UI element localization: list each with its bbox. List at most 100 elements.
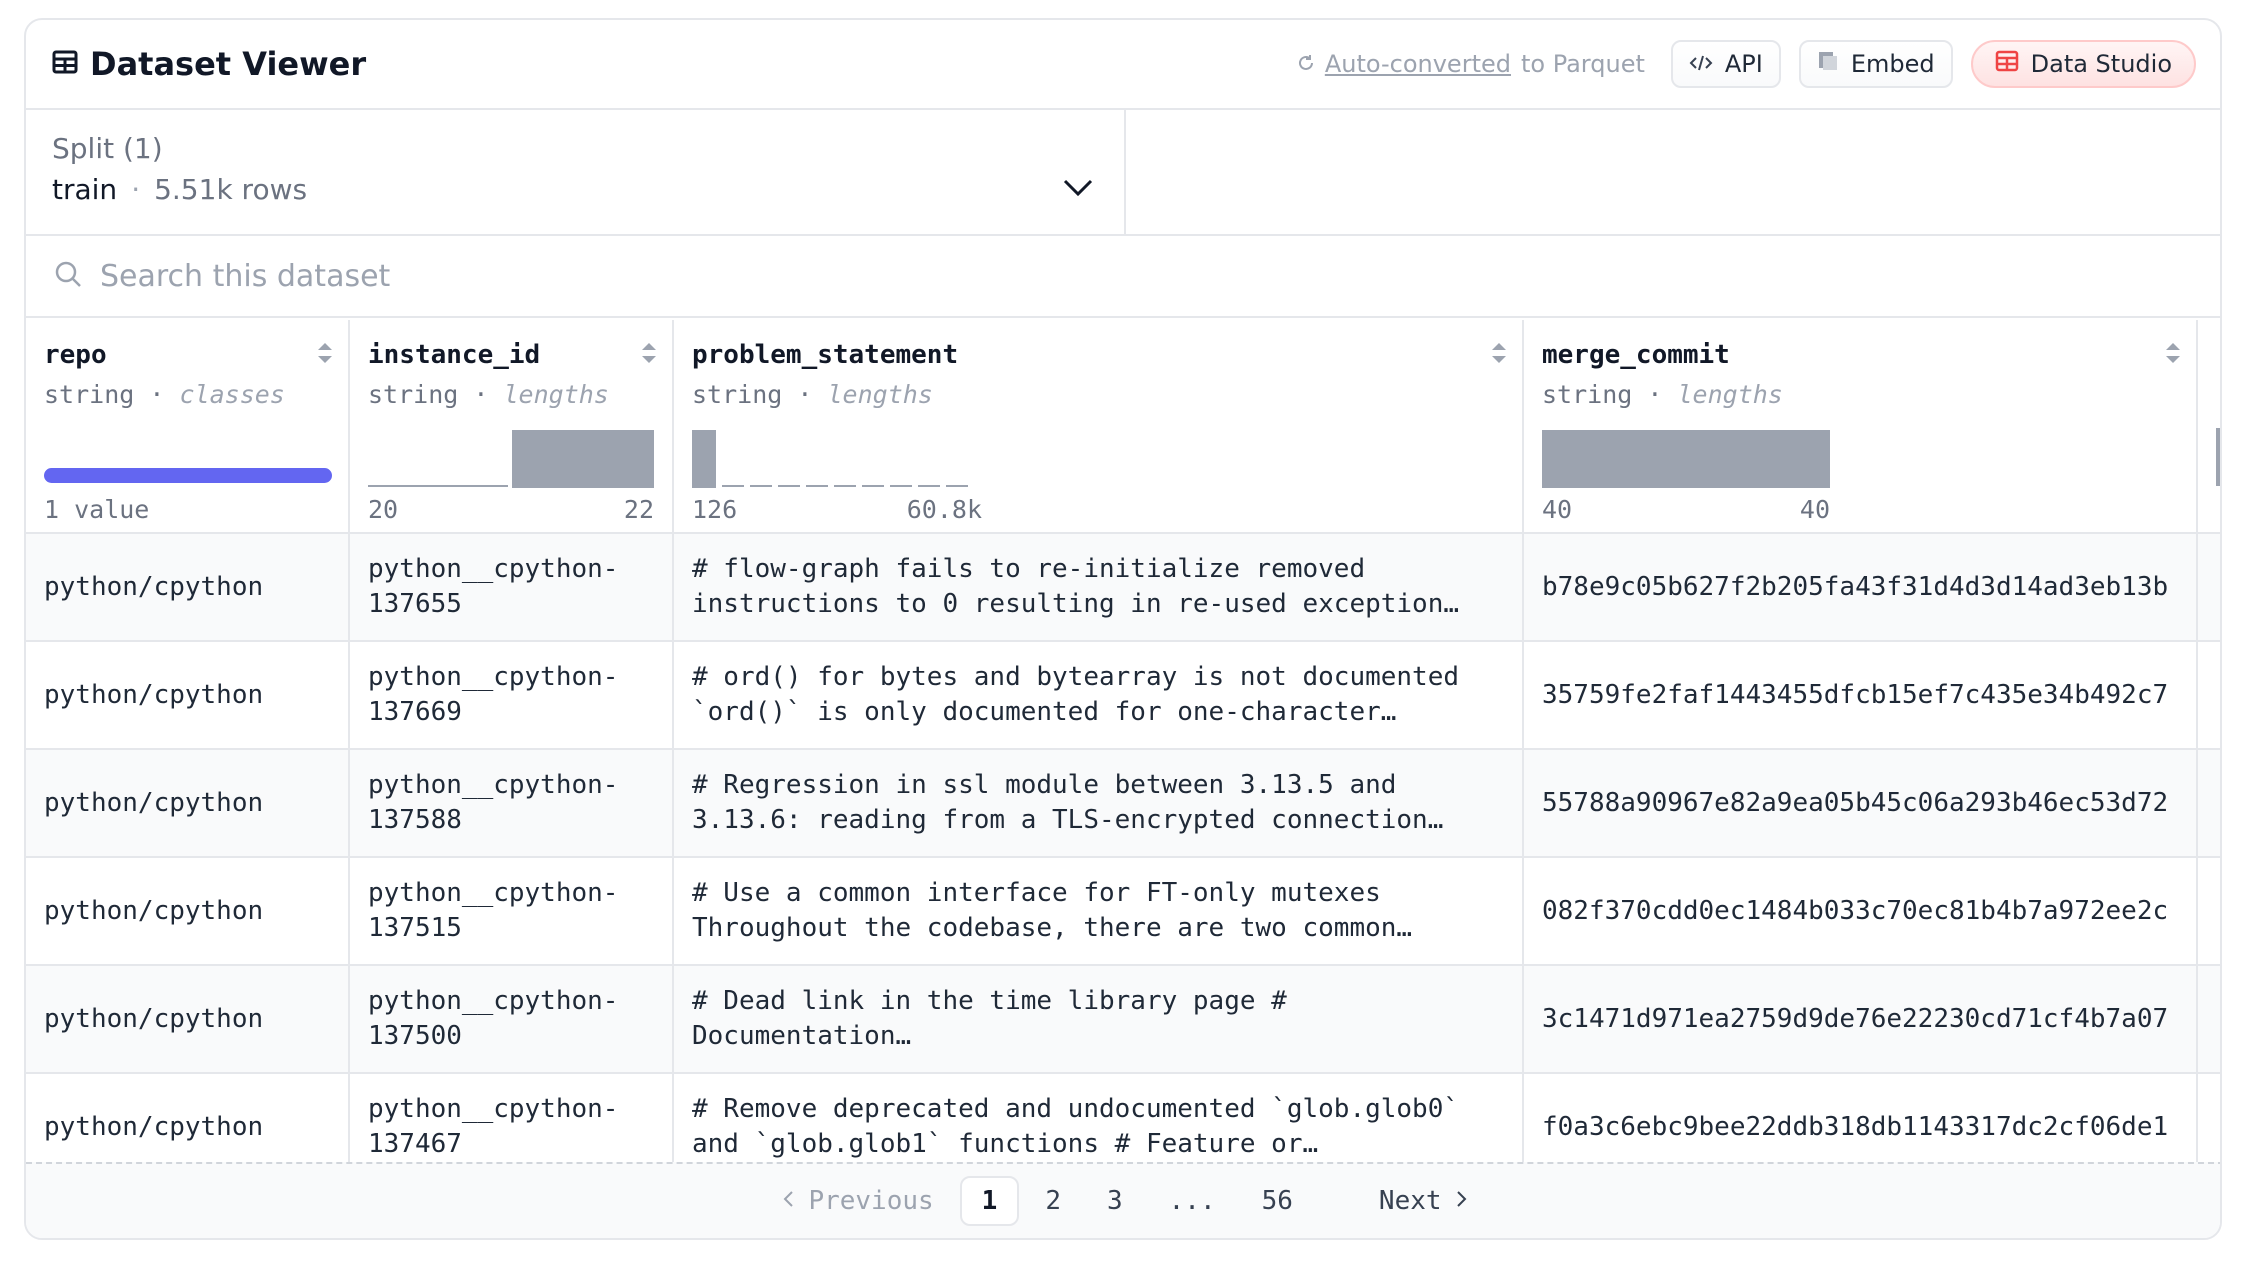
- column-subtype: classes: [180, 380, 285, 409]
- cell-repo[interactable]: python/cpython: [26, 858, 350, 964]
- cell-merge-commit[interactable]: b78e9c05b627f2b205fa43f31d4d3d14ad3eb13b: [1524, 534, 2198, 640]
- page-button[interactable]: 3: [1087, 1178, 1143, 1224]
- cell-problem-statement[interactable]: # Use a common interface for FT-only mut…: [674, 858, 1524, 964]
- cell-text: python/cpython: [44, 678, 263, 713]
- cell-instance-id[interactable]: python__cpython- 137515: [350, 858, 674, 964]
- page-ellipsis: ...: [1149, 1178, 1236, 1224]
- previous-button[interactable]: Previous: [762, 1178, 953, 1224]
- column-type-name: string: [1542, 380, 1632, 409]
- table-red-icon: [1995, 50, 2019, 78]
- cell-truncated: [2198, 534, 2222, 640]
- cell-instance-id[interactable]: python__cpython- 137655: [350, 534, 674, 640]
- cell-merge-commit[interactable]: 3c1471d971ea2759d9de76e22230cd71cf4b7a07: [1524, 966, 2198, 1072]
- pagination: Previous 1 2 3 ... 56 Next: [26, 1162, 2222, 1238]
- cell-truncated: [2198, 858, 2222, 964]
- column-header-repo[interactable]: repo string · classes 1 value: [26, 320, 350, 532]
- cell-text: python__cpython- 137655: [368, 552, 618, 622]
- table-row[interactable]: python/cpython python__cpython- 137515 #…: [26, 858, 2222, 966]
- table-row[interactable]: python/cpython python__cpython- 137669 #…: [26, 642, 2222, 750]
- cell-text: b78e9c05b627f2b205fa43f31d4d3d14ad3eb13b: [1542, 570, 2168, 605]
- column-subtype: lengths: [828, 380, 933, 409]
- refresh-icon: [1297, 50, 1315, 78]
- column-type: string · lengths: [692, 380, 1504, 409]
- cell-repo[interactable]: python/cpython: [26, 966, 350, 1072]
- cell-merge-commit[interactable]: 55788a90967e82a9ea05b45c06a293b46ec53d72: [1524, 750, 2198, 856]
- cell-text: # Remove deprecated and undocumented `gl…: [692, 1092, 1459, 1162]
- table-row[interactable]: python/cpython python__cpython- 137588 #…: [26, 750, 2222, 858]
- cell-instance-id[interactable]: python__cpython- 137500: [350, 966, 674, 1072]
- column-header-instance-id[interactable]: instance_id string · lengths 20 22: [350, 320, 674, 532]
- cell-text: # Regression in ssl module between 3.13.…: [692, 768, 1443, 838]
- column-header-problem-statement[interactable]: problem_statement string · lengths: [674, 320, 1524, 532]
- length-histogram: [692, 428, 982, 488]
- api-button[interactable]: API: [1671, 40, 1781, 88]
- cell-text: f0a3c6ebc9bee22ddb318db1143317dc2cf06de1: [1542, 1110, 2168, 1145]
- cell-truncated: [2198, 642, 2222, 748]
- table-row[interactable]: python/cpython python__cpython- 137500 #…: [26, 966, 2222, 1074]
- split-value: train · 5.51k rows: [52, 173, 1098, 206]
- length-histogram: [1542, 428, 1830, 488]
- api-label: API: [1725, 50, 1763, 78]
- page-button-current[interactable]: 1: [960, 1176, 1020, 1226]
- cell-text: python__cpython- 137588: [368, 768, 618, 838]
- table-row[interactable]: python/cpython python__cpython- 137655 #…: [26, 534, 2222, 642]
- auto-converted-suffix: to Parquet: [1521, 50, 1645, 78]
- cell-truncated: [2198, 750, 2222, 856]
- cell-text: # Use a common interface for FT-only mut…: [692, 876, 1412, 946]
- column-min: 40: [1542, 495, 1572, 524]
- length-histogram: [368, 428, 656, 488]
- column-type: string · lengths: [368, 380, 654, 409]
- dataset-viewer-card: Dataset Viewer Auto-converted to Parquet: [24, 18, 2222, 1240]
- column-type-name: string: [692, 380, 782, 409]
- cell-merge-commit[interactable]: 082f370cdd0ec1484b033c70ec81b4b7a972ee2c: [1524, 858, 2198, 964]
- cell-problem-statement[interactable]: # ord() for bytes and bytearray is not d…: [674, 642, 1524, 748]
- cell-instance-id[interactable]: python__cpython- 137588: [350, 750, 674, 856]
- embed-button[interactable]: Embed: [1799, 40, 1953, 88]
- page-button[interactable]: 2: [1025, 1178, 1081, 1224]
- cell-merge-commit[interactable]: 35759fe2faf1443455dfcb15ef7c435e34b492c7: [1524, 642, 2198, 748]
- auto-converted-link[interactable]: Auto-converted: [1325, 50, 1511, 78]
- cell-problem-statement[interactable]: # Regression in ssl module between 3.13.…: [674, 750, 1524, 856]
- data-studio-button[interactable]: Data Studio: [1971, 40, 2196, 88]
- chevron-right-icon: [1456, 1186, 1468, 1216]
- cell-text: python__cpython- 137500: [368, 984, 618, 1054]
- cell-text: python/cpython: [44, 570, 263, 605]
- cell-text: # Dead link in the time library page # D…: [692, 984, 1287, 1054]
- search-input[interactable]: [100, 259, 2192, 294]
- cell-repo[interactable]: python/cpython: [26, 642, 350, 748]
- data-studio-label: Data Studio: [2031, 50, 2172, 78]
- next-button[interactable]: Next: [1359, 1178, 1488, 1224]
- truncated-histogram: [2216, 428, 2222, 486]
- sort-icon[interactable]: [1490, 340, 1508, 370]
- cell-text: python/cpython: [44, 1002, 263, 1037]
- column-type-name: string: [44, 380, 134, 409]
- page-button[interactable]: 56: [1242, 1178, 1313, 1224]
- column-name: merge_commit: [1542, 340, 2178, 370]
- embed-icon: [1817, 50, 1839, 78]
- search-icon: [54, 260, 82, 292]
- cell-text: 082f370cdd0ec1484b033c70ec81b4b7a972ee2c: [1542, 894, 2168, 929]
- split-rows: 5.51k rows: [154, 173, 307, 206]
- column-header-merge-commit[interactable]: merge_commit string · lengths 40 40: [1524, 320, 2198, 532]
- cell-text: python/cpython: [44, 786, 263, 821]
- cell-instance-id[interactable]: python__cpython- 137669: [350, 642, 674, 748]
- split-select[interactable]: Split (1) train · 5.51k rows: [26, 110, 1126, 234]
- next-label: Next: [1379, 1186, 1442, 1216]
- sort-icon[interactable]: [316, 340, 334, 370]
- cell-problem-statement[interactable]: # Dead link in the time library page # D…: [674, 966, 1524, 1072]
- cell-repo[interactable]: python/cpython: [26, 534, 350, 640]
- cell-text: # flow-graph fails to re-initialize remo…: [692, 552, 1459, 622]
- column-name: problem_statement: [692, 340, 1504, 370]
- type-separator: ·: [1647, 380, 1662, 409]
- sort-icon[interactable]: [2164, 340, 2182, 370]
- type-separator: ·: [797, 380, 812, 409]
- viewer-header: Dataset Viewer Auto-converted to Parquet: [26, 20, 2220, 110]
- type-separator: ·: [149, 380, 164, 409]
- cell-text: python/cpython: [44, 1110, 263, 1145]
- cell-repo[interactable]: python/cpython: [26, 750, 350, 856]
- column-max: 22: [624, 495, 654, 524]
- cell-problem-statement[interactable]: # flow-graph fails to re-initialize remo…: [674, 534, 1524, 640]
- sort-icon[interactable]: [640, 340, 658, 370]
- cell-text: python__cpython- 137467: [368, 1092, 618, 1162]
- table-header: repo string · classes 1 value instance_i…: [26, 320, 2222, 534]
